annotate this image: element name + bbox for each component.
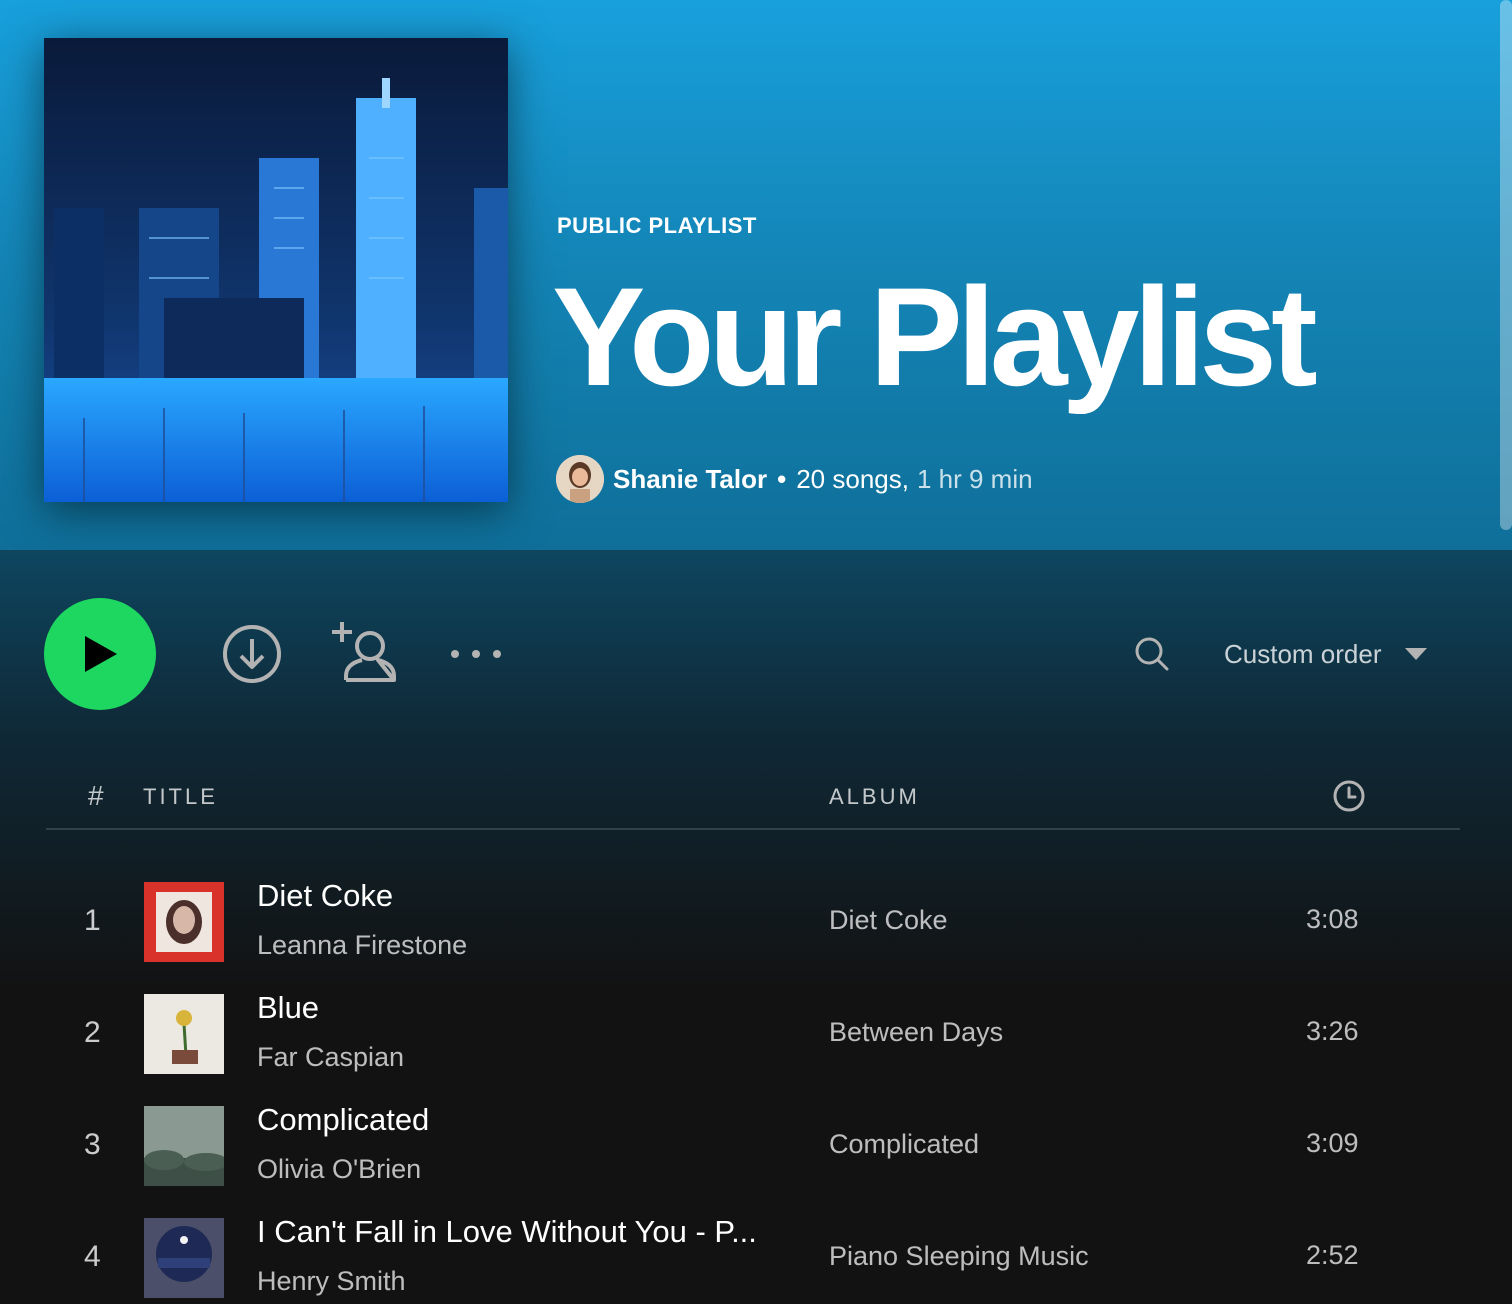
owner-avatar[interactable] xyxy=(556,455,604,503)
download-button[interactable] xyxy=(220,624,284,684)
sort-label: Custom order xyxy=(1224,638,1382,669)
clock-icon xyxy=(1333,780,1365,812)
download-icon xyxy=(223,625,281,683)
track-artist[interactable]: Leanna Firestone xyxy=(257,930,467,961)
playlist-duration: 1 hr 9 min xyxy=(916,463,1033,494)
track-artist[interactable]: Olivia O'Brien xyxy=(257,1154,421,1185)
track-duration: 2:52 xyxy=(1306,1240,1359,1270)
track-title[interactable]: Diet Coke xyxy=(257,878,393,914)
track-artist[interactable]: Henry Smith xyxy=(257,1266,406,1297)
track-row[interactable]: 2 Blue Far Caspian Between Days 3:26 xyxy=(46,978,1460,1090)
track-album[interactable]: Between Days xyxy=(829,1017,1003,1048)
track-number: 1 xyxy=(84,904,101,937)
column-title: TITLE xyxy=(143,784,218,809)
track-title[interactable]: I Can't Fall in Love Without You - P... xyxy=(257,1214,757,1250)
sort-dropdown[interactable]: Custom order xyxy=(1224,630,1428,678)
track-album-art xyxy=(144,994,224,1074)
track-duration: 3:08 xyxy=(1306,904,1359,934)
owner-name-link[interactable]: Shanie Talor xyxy=(613,464,767,495)
track-album-art xyxy=(144,1106,224,1186)
track-title[interactable]: Blue xyxy=(257,990,319,1026)
add-user-icon xyxy=(332,622,396,682)
play-icon xyxy=(85,636,117,672)
playlist-meta: Shanie Talor • 20 songs, 1 hr 9 min xyxy=(556,455,1033,503)
caret-down-icon xyxy=(1404,648,1427,660)
search-icon xyxy=(1135,637,1169,671)
meta-separator: • xyxy=(777,463,787,494)
track-artist[interactable]: Far Caspian xyxy=(257,1042,404,1073)
playlist-cover-image[interactable] xyxy=(44,38,508,502)
track-title[interactable]: Complicated xyxy=(257,1102,429,1138)
column-number: # xyxy=(88,780,104,811)
track-row[interactable]: 1 Diet Coke Leanna Firestone Diet Coke 3… xyxy=(46,866,1460,978)
track-number: 4 xyxy=(84,1240,101,1273)
track-album[interactable]: Diet Coke xyxy=(829,905,948,936)
column-duration xyxy=(1332,779,1366,819)
track-album-art xyxy=(144,882,224,962)
track-album[interactable]: Piano Sleeping Music xyxy=(829,1241,1089,1272)
playlist-type-label: PUBLIC PLAYLIST xyxy=(557,213,757,238)
more-icon xyxy=(451,650,501,658)
play-button[interactable] xyxy=(44,598,156,710)
playlist-header: PUBLIC PLAYLIST Your Playlist Shanie Tal… xyxy=(0,0,1512,550)
track-album[interactable]: Complicated xyxy=(829,1129,979,1160)
song-count: 20 songs, xyxy=(796,463,909,494)
more-options-button[interactable] xyxy=(446,638,506,670)
track-duration: 3:09 xyxy=(1306,1128,1359,1158)
follow-button[interactable] xyxy=(330,620,398,684)
playlist-title: Your Playlist xyxy=(552,258,1318,415)
column-album: ALBUM xyxy=(829,784,920,809)
tracklist-header: # TITLE ALBUM xyxy=(46,770,1460,830)
track-number: 2 xyxy=(84,1016,101,1049)
scrollbar-thumb[interactable] xyxy=(1500,0,1512,530)
track-row[interactable]: 3 Complicated Olivia O'Brien Complicated… xyxy=(46,1090,1460,1202)
track-album-art xyxy=(144,1218,224,1298)
track-duration: 3:26 xyxy=(1306,1016,1359,1046)
track-row[interactable]: 4 I Can't Fall in Love Without You - P..… xyxy=(46,1202,1460,1304)
track-number: 3 xyxy=(84,1128,101,1161)
search-button[interactable] xyxy=(1132,634,1172,674)
